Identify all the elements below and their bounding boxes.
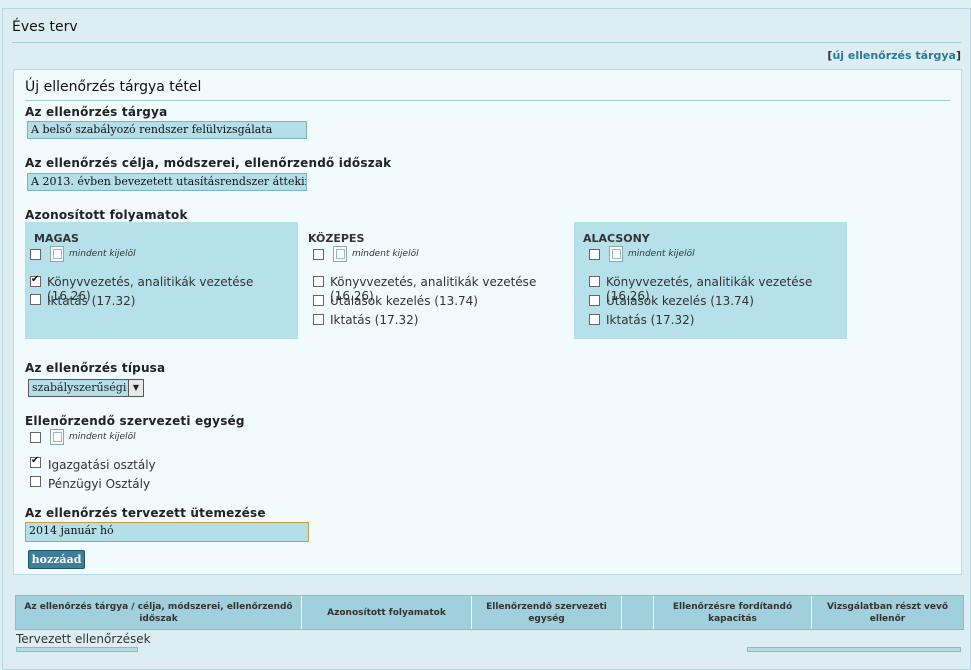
type-select-value: szabályszerűségi	[32, 381, 127, 394]
bottom-button-right[interactable]	[747, 647, 961, 652]
new-item-form: Új ellenőrzés tárgya tétel Az ellenőrzés…	[13, 69, 962, 575]
broken-image-icon	[50, 429, 64, 445]
select-all-low-checkbox[interactable]	[589, 249, 600, 260]
group-heading-medium: KÖZEPES	[308, 232, 365, 245]
main-panel: Éves terv [új ellenőrzés tárgya] Új elle…	[2, 8, 971, 670]
process-label: Iktatás (17.32)	[47, 294, 136, 308]
broken-image-icon	[333, 246, 347, 262]
process-checkbox-low-bookkeeping[interactable]	[589, 276, 600, 287]
column-header-blank[interactable]	[622, 596, 654, 629]
column-header-subject[interactable]: Az ellenőrzés tárgya / célja, módszerei,…	[16, 596, 302, 629]
group-heading-low: ALACSONY	[583, 232, 650, 245]
schedule-label: Az ellenőrzés tervezett ütemezése	[25, 506, 266, 520]
select-all-medium-label: mindent kijelöl	[352, 249, 419, 259]
process-group-medium: KÖZEPES mindent kijelöl Könyvvezetés, an…	[300, 222, 573, 339]
broken-image-icon	[50, 246, 64, 262]
chevron-down-icon[interactable]: ▼	[128, 380, 143, 396]
select-all-high-checkbox[interactable]	[30, 249, 41, 260]
form-title: Új ellenőrzés tárgya tétel	[25, 79, 202, 95]
type-label: Az ellenőrzés típusa	[25, 361, 166, 375]
column-header-auditor[interactable]: Vizsgálatban részt vevő ellenőr	[812, 596, 963, 629]
schedule-input[interactable]: 2014 január hó	[25, 522, 309, 542]
column-header-processes[interactable]: Azonosított folyamatok	[302, 596, 472, 629]
process-label: Iktatás (17.32)	[330, 313, 419, 327]
column-header-unit[interactable]: Ellenőrzendő szervezeti egység	[472, 596, 622, 629]
subject-input[interactable]: A belső szabályozó rendszer felülvizsgál…	[27, 121, 307, 139]
unit-checkbox-admin[interactable]	[30, 455, 41, 468]
form-divider	[25, 100, 950, 101]
unit-label-text: Igazgatási osztály	[48, 458, 156, 472]
select-all-high-label: mindent kijelöl	[69, 249, 136, 259]
process-checkbox-medium-bookkeeping[interactable]	[313, 276, 324, 287]
new-subject-link-wrapper: [új ellenőrzés tárgya]	[827, 49, 961, 62]
process-checkbox-low-transfers[interactable]	[589, 295, 600, 306]
broken-image-icon	[609, 246, 623, 262]
process-label: Iktatás (17.32)	[606, 313, 695, 327]
goal-label: Az ellenőrzés célja, módszerei, ellenőrz…	[25, 156, 392, 170]
select-all-low-label: mindent kijelöl	[628, 249, 695, 259]
column-header-capacity[interactable]: Ellenőrzésre fordítandó kapacitás	[654, 596, 812, 629]
bottom-button-left[interactable]	[16, 647, 138, 652]
processes-label: Azonosított folyamatok	[25, 208, 188, 222]
select-all-unit-checkbox[interactable]	[30, 432, 41, 443]
process-checkbox-high-bookkeeping[interactable]	[30, 274, 41, 287]
process-checkbox-medium-transfers[interactable]	[313, 295, 324, 306]
page-title: Éves terv	[12, 19, 78, 35]
unit-checkbox-finance[interactable]	[30, 476, 41, 487]
type-select[interactable]: szabályszerűségi ▼	[28, 379, 144, 397]
process-checkbox-high-filing[interactable]	[30, 294, 41, 305]
unit-label-text: Pénzügyi Osztály	[48, 477, 151, 491]
table-empty-caption: Tervezett ellenőrzések	[16, 632, 151, 646]
select-all-unit-label: mindent kijelöl	[69, 432, 136, 442]
process-group-low: ALACSONY mindent kijelöl Könyvvezetés, a…	[574, 222, 847, 339]
goal-input[interactable]: A 2013. évben bevezetett utasításrendsze…	[27, 173, 307, 191]
select-all-medium-checkbox[interactable]	[313, 249, 324, 260]
process-checkbox-low-filing[interactable]	[589, 314, 600, 325]
subject-label: Az ellenőrzés tárgya	[25, 105, 168, 119]
new-subject-link[interactable]: új ellenőrzés tárgya	[832, 49, 956, 62]
add-button[interactable]: hozzáad	[28, 550, 85, 569]
unit-label: Ellenőrzendő szervezeti egység	[25, 414, 245, 428]
plan-table-header: Az ellenőrzés tárgya / célja, módszerei,…	[15, 595, 964, 630]
title-divider	[12, 42, 961, 43]
process-label: Utalások kezelés (13.74)	[606, 294, 754, 308]
process-checkbox-medium-filing[interactable]	[313, 314, 324, 325]
group-heading-high: MAGAS	[34, 232, 79, 245]
process-group-high: MAGAS mindent kijelöl Könyvvezetés, anal…	[25, 222, 298, 339]
bracket-close: ]	[955, 49, 961, 62]
process-label: Utalások kezelés (13.74)	[330, 294, 478, 308]
